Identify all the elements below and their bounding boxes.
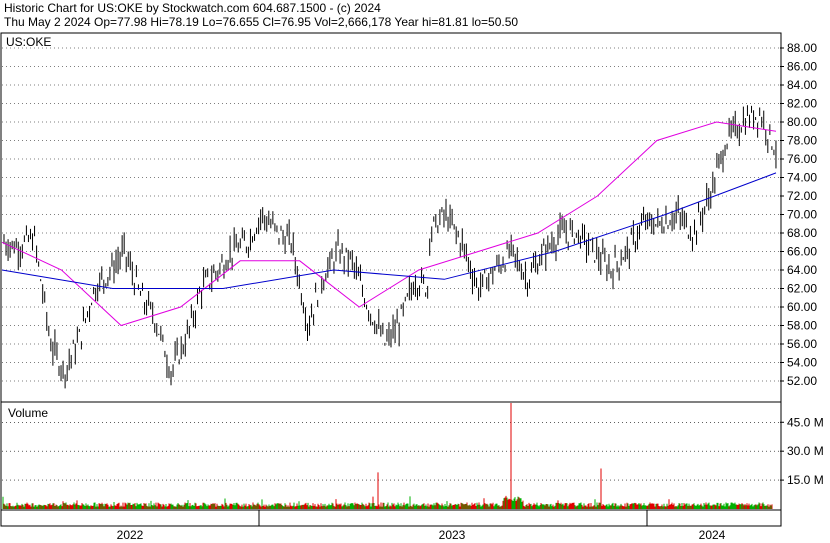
price-tick-label: 70.00 [787,208,817,222]
price-tick-label: 76.00 [787,152,817,166]
price-tick-label: 68.00 [787,226,817,240]
volume-panel [0,401,782,511]
volume-axis: 45.0 M 30.0 M 15.0 M [780,415,824,487]
stock-chart: US:OKE 88.00 86.00 84.00 82.00 80.00 78.00 76.… [0,32,824,542]
price-tick-label: 52.00 [787,374,817,388]
price-tick-label: 74.00 [787,171,817,185]
price-tick-label: 80.00 [787,115,817,129]
year-label: 2023 [439,528,466,542]
volume-tick-label: 30.0 M [787,444,824,458]
price-tick-label: 58.00 [787,319,817,333]
price-tick-label: 62.00 [787,282,817,296]
volume-tick-label: 45.0 M [787,415,824,429]
volume-label: Volume [8,406,48,420]
time-axis [0,509,782,527]
price-tick-label: 66.00 [787,245,817,259]
price-tick-label: 56.00 [787,337,817,351]
volume-tick-label: 15.0 M [787,473,824,487]
symbol-label: US:OKE [6,35,51,49]
price-tick-label: 88.00 [787,41,817,55]
price-tick-label: 64.00 [787,263,817,277]
price-tick-label: 86.00 [787,60,817,74]
price-tick-label: 54.00 [787,356,817,370]
price-axis: 88.00 86.00 84.00 82.00 80.00 78.00 76.00 74.00… [780,41,817,388]
price-tick-label: 60.00 [787,300,817,314]
price-tick-label: 78.00 [787,134,817,148]
price-tick-label: 82.00 [787,97,817,111]
price-tick-label: 72.00 [787,189,817,203]
price-tick-label: 84.00 [787,78,817,92]
year-label: 2024 [699,528,726,542]
year-label: 2022 [117,528,144,542]
